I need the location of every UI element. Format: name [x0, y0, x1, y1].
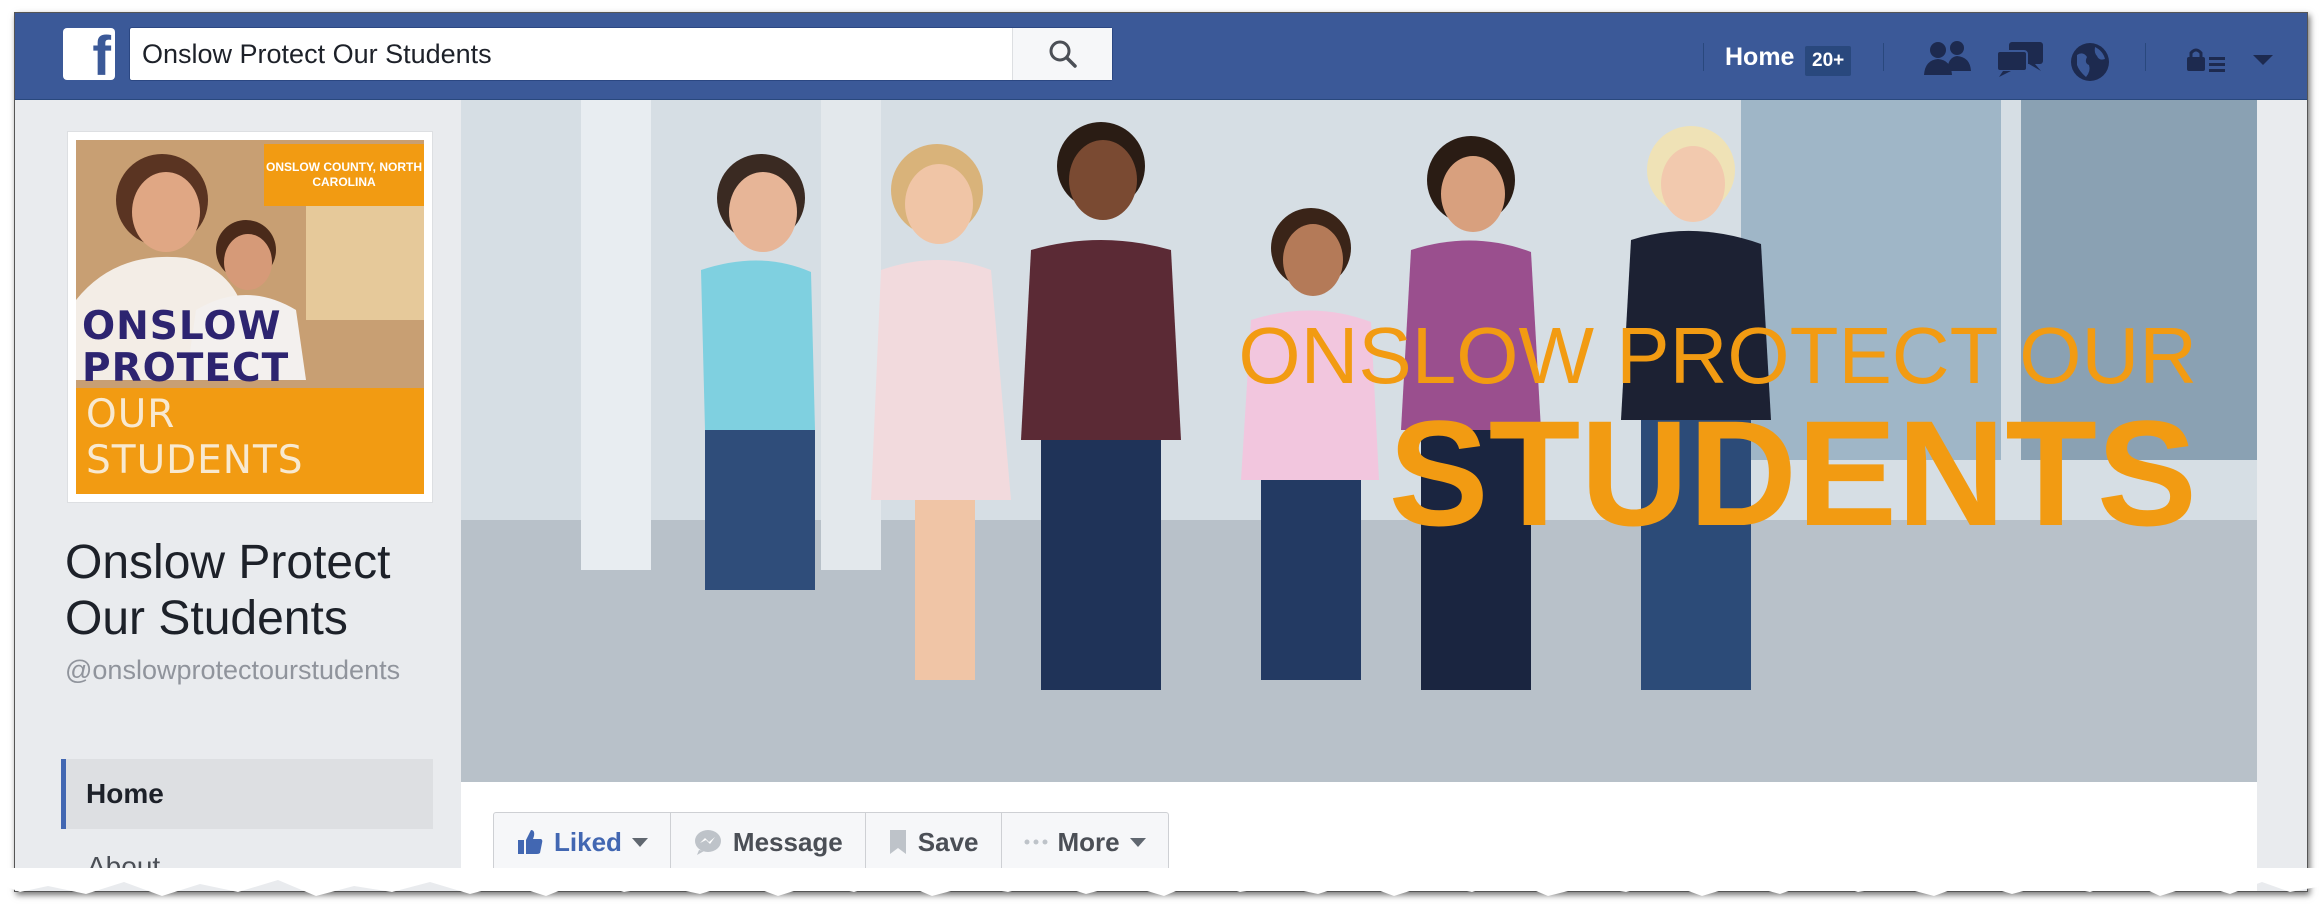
friend-requests-icon[interactable]: [1923, 41, 1973, 75]
bookmark-icon: [889, 830, 906, 854]
screenshot-frame: f Home 20+: [14, 12, 2308, 892]
search-input[interactable]: [142, 28, 1002, 80]
search-button[interactable]: [1012, 28, 1112, 80]
account-dropdown-icon[interactable]: [2251, 53, 2275, 67]
page-profile-picture[interactable]: ONSLOW COUNTY, NORTH CAROLINA ONSLOW PRO…: [67, 131, 433, 503]
cover-headline-emphasis: STUDENTS: [1388, 389, 2197, 557]
save-label: Save: [917, 826, 979, 857]
search-icon: [1049, 40, 1077, 68]
message-label: Message: [732, 826, 843, 857]
notifications-globe-icon[interactable]: [2069, 41, 2111, 83]
more-button[interactable]: More: [1002, 813, 1168, 871]
page-title[interactable]: Onslow Protect Our Students: [65, 535, 445, 647]
cover-photo[interactable]: ONSLOW PROTECT OUR STUDENTS: [461, 100, 2257, 782]
left-nav-home[interactable]: Home: [61, 759, 433, 829]
profile-picture-image: ONSLOW COUNTY, NORTH CAROLINA ONSLOW PRO…: [76, 140, 424, 494]
message-button[interactable]: Message: [671, 813, 866, 871]
search-box: [129, 27, 1113, 81]
facebook-logo-icon[interactable]: f: [63, 28, 115, 80]
page-action-buttons: Liked Message Save More: [493, 812, 1169, 872]
nav-divider: [1703, 43, 1704, 71]
profile-location-tag: ONSLOW COUNTY, NORTH CAROLINA: [264, 144, 424, 206]
quick-help-lock-icon[interactable]: [2185, 47, 2229, 75]
chevron-down-icon: [631, 837, 648, 847]
torn-edge-decoration: [0, 868, 2322, 896]
profile-subtitle-text: OUR STUDENTS: [76, 388, 424, 494]
home-link[interactable]: Home: [1725, 43, 1794, 72]
nav-divider: [2145, 43, 2146, 71]
more-label: More: [1057, 826, 1120, 857]
thumbs-up-icon: [518, 830, 543, 854]
liked-label: Liked: [554, 826, 622, 857]
cover-headline: ONSLOW PROTECT OUR: [1238, 311, 2197, 400]
messenger-icon: [694, 830, 721, 855]
notification-count-badge: 20+: [1805, 46, 1852, 76]
messages-icon[interactable]: [1995, 41, 2045, 77]
nav-divider: [1883, 43, 1884, 71]
chevron-down-icon: [1129, 837, 1146, 847]
top-navigation-bar: f Home 20+: [15, 13, 2307, 100]
page-username[interactable]: @onslowprotectourstudents: [65, 653, 445, 687]
ellipsis-icon: [1024, 839, 1047, 845]
profile-title-text: ONSLOW PROTECT: [82, 304, 290, 391]
save-button[interactable]: Save: [866, 813, 1002, 871]
liked-button[interactable]: Liked: [494, 813, 671, 871]
